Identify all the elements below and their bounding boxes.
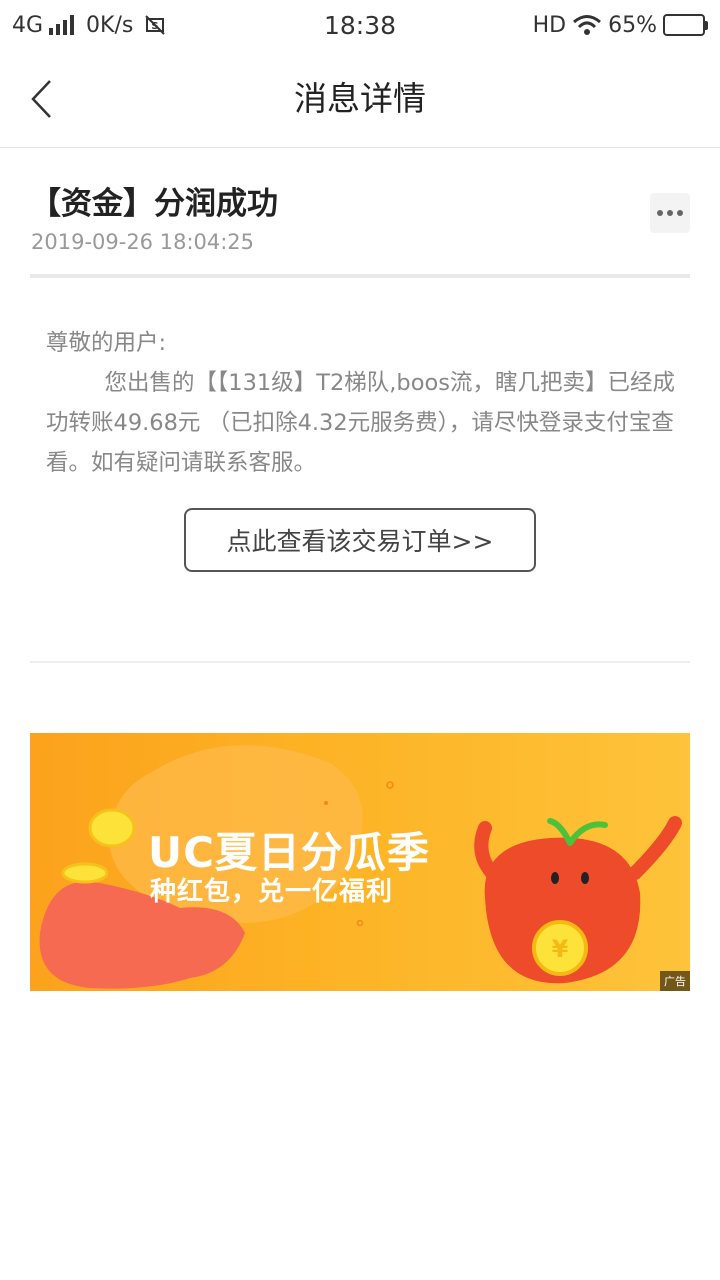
nav-bar: 消息详情 xyxy=(0,50,720,148)
network-speed: 0K/s xyxy=(86,12,134,38)
wifi-icon xyxy=(573,15,602,35)
status-bar-left: 4G 0K/s S xyxy=(12,12,166,38)
message-body: 尊敬的用户: 您出售的【【131级】T2梯队,boos流，瞎几把卖】已经成功转账… xyxy=(46,323,676,483)
message-content: 您出售的【【131级】T2梯队,boos流，瞎几把卖】已经成功转账49.68元 … xyxy=(46,370,675,476)
back-button[interactable] xyxy=(22,74,62,124)
hd-indicator: HD xyxy=(532,12,567,38)
message-timestamp: 2019-09-26 18:04:25 xyxy=(31,230,255,254)
divider xyxy=(30,661,690,663)
svg-text:¥: ¥ xyxy=(552,935,569,963)
battery-percent: 65% xyxy=(608,12,657,38)
screenshot-icon: S xyxy=(145,15,166,35)
chevron-left-icon xyxy=(31,80,51,118)
message-greeting: 尊敬的用户: xyxy=(46,330,167,356)
more-icon xyxy=(657,210,663,216)
divider xyxy=(30,274,690,278)
battery-icon xyxy=(663,14,708,36)
ad-banner[interactable]: ¥ UC夏日分瓜季 种红包，兑一亿福利 广告 xyxy=(30,733,690,991)
status-bar: 4G 0K/s S 18:38 HD 65% xyxy=(0,0,720,50)
view-order-button[interactable]: 点此查看该交易订单>> xyxy=(184,508,536,572)
signal-icon xyxy=(49,15,75,35)
page-title: 消息详情 xyxy=(294,79,426,118)
message-title: 【资金】分润成功 xyxy=(30,186,278,222)
network-type: 4G xyxy=(12,12,44,38)
more-button[interactable] xyxy=(650,193,690,233)
ad-badge: 广告 xyxy=(660,971,690,991)
status-bar-right: HD 65% xyxy=(533,13,708,38)
ad-subtitle: 种红包，兑一亿福利 xyxy=(150,877,394,907)
